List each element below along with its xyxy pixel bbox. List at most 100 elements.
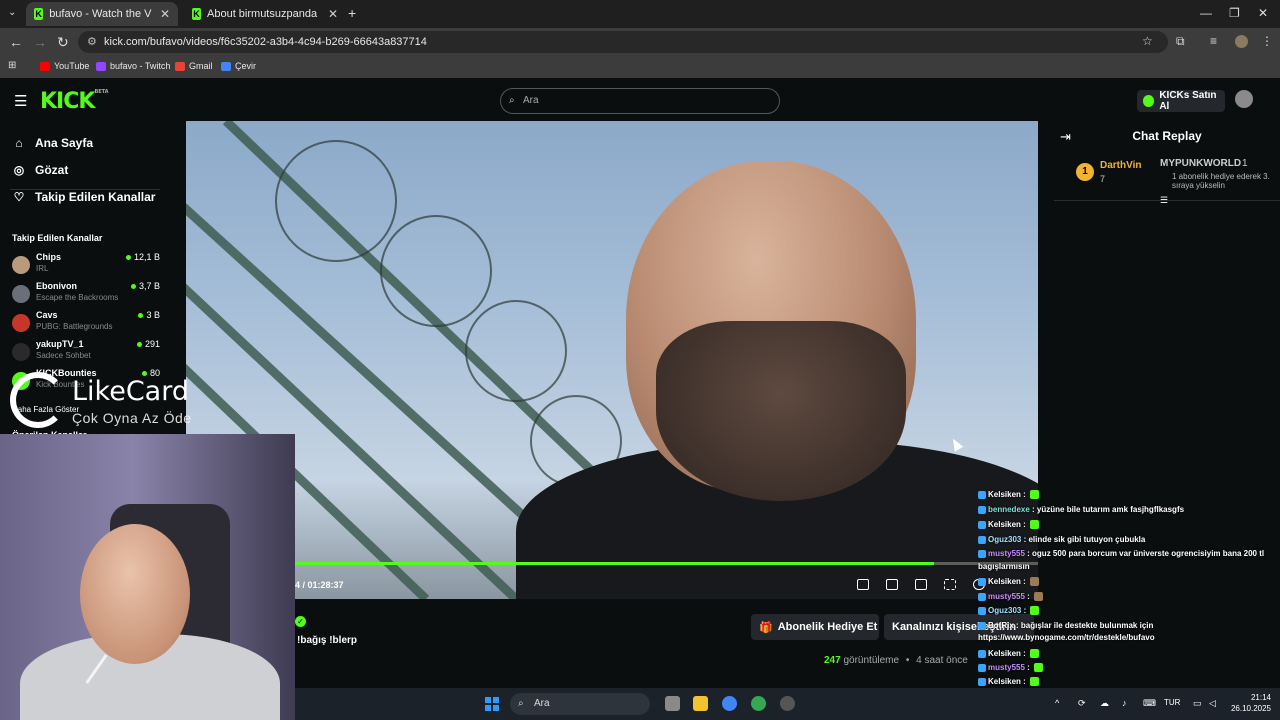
chat-emote-icon — [1030, 490, 1040, 500]
donate-command-text: !bağış !blerp — [297, 635, 358, 646]
chat-separator: : — [1020, 677, 1029, 686]
live-dot-icon — [130, 284, 136, 290]
media-icon[interactable]: ≡ — [1210, 34, 1217, 48]
network-icon[interactable]: ▭ — [1193, 698, 1202, 709]
bookmark-youtube[interactable]: YouTube — [40, 61, 89, 71]
taskbar-search[interactable]: ⌕ Ara — [510, 693, 650, 715]
webcam-overlay — [0, 434, 295, 720]
miniplayer-icon[interactable] — [857, 579, 869, 590]
tab-bufavo[interactable]: K bufavo - Watch the VOD on ✕ — [26, 2, 178, 26]
sync-icon[interactable]: ⟳ — [1078, 698, 1086, 709]
reload-icon[interactable]: ↻ — [57, 34, 69, 51]
chat-message: yüzüne bile tutarım amk fasjhgflkasgfs — [1036, 505, 1185, 514]
chat-badge-icon — [978, 649, 986, 658]
stream-chat-overlay: Kelsiken : bennedexe : yüzüne bile tutar… — [978, 488, 1280, 720]
maximize-icon[interactable]: ❐ — [1229, 6, 1240, 20]
expand-leaderboard-icon[interactable]: ☰ — [1160, 195, 1168, 206]
channel-avatar — [12, 343, 30, 361]
close-tab-icon[interactable]: ✕ — [328, 7, 338, 21]
tab-birmutsuzpanda[interactable]: K About birmutsuzpanda - Watch ✕ — [184, 2, 346, 26]
input-language[interactable]: TUR — [1164, 698, 1180, 707]
keyboard-icon[interactable]: ⌨ — [1143, 698, 1156, 709]
bookmark-twitch[interactable]: bufavo - Twitch — [96, 61, 170, 71]
hamburger-menu-icon[interactable]: ☰ — [14, 92, 27, 110]
kick-logo[interactable]: KICKBETA — [40, 89, 109, 114]
chat-badge-icon — [978, 549, 986, 558]
new-tab-button[interactable]: + — [348, 5, 356, 21]
chat-username: Kelsiken — [988, 490, 1021, 499]
file-explorer-icon[interactable] — [693, 696, 708, 711]
chrome-profile-icon[interactable] — [751, 696, 766, 711]
chat-separator: : — [1029, 505, 1037, 514]
minimize-icon[interactable]: — — [1200, 6, 1212, 20]
chat-emote-icon — [1034, 663, 1044, 673]
user-avatar[interactable] — [1235, 90, 1253, 108]
task-view-icon[interactable] — [665, 696, 680, 711]
view-stats: 247 görüntüleme • 4 saat önce — [824, 655, 968, 666]
menu-icon[interactable]: ⋮ — [1261, 34, 1273, 48]
app-icon[interactable] — [780, 696, 795, 711]
overlay-chat-line: Kelsiken : — [978, 490, 1040, 500]
verified-check-icon: ✓ — [295, 616, 306, 627]
fullscreen-icon[interactable] — [944, 579, 956, 590]
followed-channel-item[interactable]: Ebonivon Escape the Backrooms 3,7 B — [12, 281, 160, 307]
forward-icon[interactable]: → — [33, 34, 47, 50]
video-player[interactable] — [186, 121, 1038, 599]
chat-badge-icon — [978, 490, 986, 499]
nav-following[interactable]: ♡ Takip Edilen Kanallar — [12, 190, 156, 204]
overlay-chat-line: Kelsiken : — [978, 677, 1040, 687]
chat-separator: : — [1020, 490, 1029, 499]
twitch-icon — [96, 61, 106, 71]
nav-home[interactable]: ⌂ Ana Sayfa — [12, 136, 93, 150]
translate-icon — [221, 61, 231, 71]
top-gifter-card[interactable]: 1 DarthVin 7 MYPUNKWORLD 1 1 abonelik he… — [1074, 157, 1274, 197]
show-more-link[interactable]: Daha Fazla Göster — [12, 405, 79, 414]
apps-grid-icon[interactable]: ⊞ — [8, 60, 16, 71]
overlay-chat-line: Oguz303 : — [978, 606, 1040, 616]
url-field[interactable]: ⚙ kick.com/bufavo/videos/f6c35202-a3b4-4… — [78, 31, 1168, 53]
followed-channel-item[interactable]: Chips IRL 12,1 B — [12, 252, 160, 278]
chat-separator: : — [1020, 577, 1029, 586]
chat-username: musty555 — [988, 663, 1025, 672]
theater-mode-icon[interactable] — [915, 579, 927, 590]
close-tab-icon[interactable]: ✕ — [160, 7, 170, 21]
chrome-icon[interactable] — [722, 696, 737, 711]
microphone-icon[interactable]: ♪ — [1122, 698, 1127, 708]
address-toolbar: ← → ↻ ⚙ kick.com/bufavo/videos/f6c35202-… — [0, 28, 1280, 56]
video-progress-bar[interactable] — [295, 562, 1038, 565]
likecard-name: LikeCard — [72, 376, 189, 407]
gift-event-count: 1 — [1242, 158, 1248, 169]
clip-icon[interactable] — [886, 579, 898, 590]
extensions-icon[interactable]: ⧉ — [1176, 34, 1185, 49]
back-icon[interactable]: ← — [9, 34, 23, 50]
bookmarks-bar: ⊞ YouTube bufavo - Twitch Gmail Çevir — [0, 56, 1280, 78]
search-input[interactable]: ⌕ Ara — [500, 88, 780, 114]
followed-channel-item[interactable]: Cavs PUBG: Battlegrounds 3 B — [12, 310, 160, 336]
youtube-icon — [40, 61, 50, 71]
tab-search-icon[interactable]: ⌄ — [8, 7, 16, 18]
tray-chevron-icon[interactable]: ^ — [1055, 698, 1059, 708]
gift-subscription-button[interactable]: 🎁 Abonelik Hediye Et — [751, 614, 879, 640]
url-text: kick.com/bufavo/videos/f6c35202-a3b4-4c9… — [104, 36, 427, 48]
bookmark-gmail[interactable]: Gmail — [175, 61, 213, 71]
likecard-logo-icon — [10, 372, 66, 428]
overlay-chat-line: https://www.bynogame.com/tr/destekle/buf… — [978, 633, 1155, 642]
chat-username: Oguz303 — [988, 535, 1022, 544]
bookmark-star-icon[interactable]: ☆ — [1142, 34, 1153, 48]
overlay-chat-line: musty555 : — [978, 663, 1044, 673]
profile-avatar[interactable] — [1235, 35, 1248, 48]
buy-kicks-button[interactable]: KICKs Satın Al — [1137, 90, 1225, 112]
nav-browse[interactable]: ◎ Gözat — [12, 163, 69, 177]
followed-channel-item[interactable]: yakupTV_1 Sadece Sohbet 291 — [12, 339, 160, 365]
chat-emote-icon — [1030, 520, 1040, 530]
windows-start-icon[interactable] — [485, 697, 499, 711]
site-info-icon[interactable]: ⚙ — [87, 31, 97, 53]
close-window-icon[interactable]: ✕ — [1258, 6, 1268, 20]
clock-date[interactable]: 26.10.2025 — [1213, 704, 1271, 713]
clock-time[interactable]: 21:14 — [1241, 693, 1271, 702]
chat-separator: : — [1020, 649, 1029, 658]
bookmark-translate[interactable]: Çevir — [221, 61, 256, 71]
cloud-icon[interactable]: ☁ — [1100, 698, 1109, 709]
chat-separator: : — [1013, 621, 1021, 630]
video-progress-fill — [295, 562, 934, 565]
